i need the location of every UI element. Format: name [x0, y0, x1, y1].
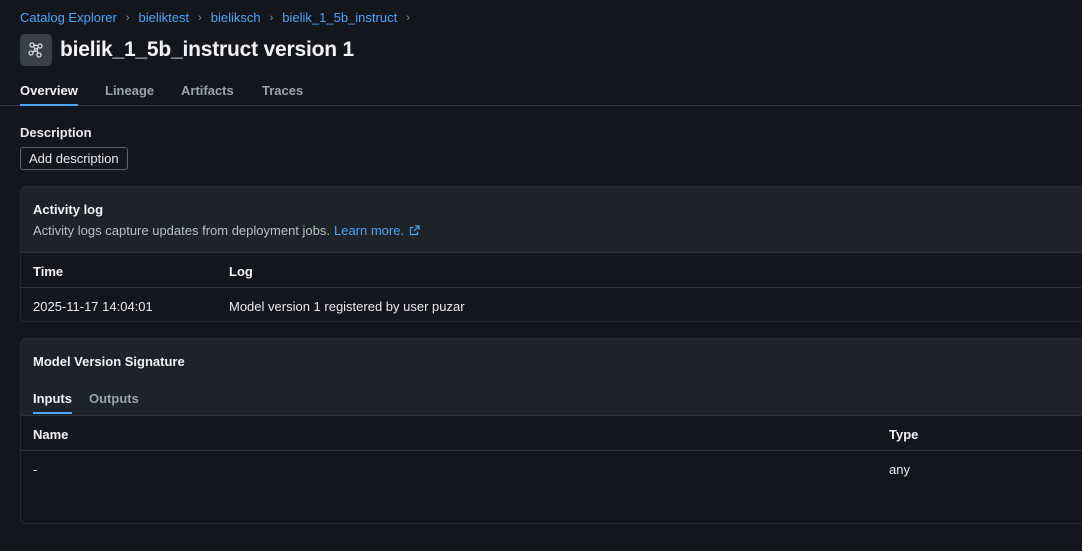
breadcrumb-catalog[interactable]: bieliktest — [139, 10, 190, 25]
chevron-right-icon: › — [269, 11, 274, 24]
activity-log-title: Activity log — [33, 202, 104, 217]
table-header-row: Name Type — [21, 416, 1082, 451]
table-header-row: Time Log — [21, 253, 1082, 288]
breadcrumb-model[interactable]: bielik_1_5b_instruct — [282, 10, 397, 25]
chevron-right-icon: › — [406, 11, 410, 24]
column-header-type[interactable]: Type — [889, 427, 918, 442]
signature-title: Model Version Signature — [33, 354, 185, 369]
activity-log-subtitle: Activity logs capture updates from deplo… — [33, 223, 1082, 238]
chevron-right-icon: › — [198, 11, 202, 24]
description-label: Description — [20, 125, 92, 140]
row-name: - — [33, 462, 38, 477]
table-row: - any — [21, 451, 1082, 486]
chevron-right-icon: › — [125, 11, 130, 24]
external-link-icon[interactable] — [409, 225, 420, 236]
page-header: bielik_1_5b_instruct version 1 — [20, 34, 354, 66]
tab-overview[interactable]: Overview — [20, 83, 78, 106]
tab-inputs[interactable]: Inputs — [33, 391, 72, 414]
signature-header: Model Version Signature Inputs Outputs — [21, 339, 1082, 416]
activity-log-header: Activity log Activity logs capture updat… — [21, 187, 1082, 253]
tab-artifacts[interactable]: Artifacts — [181, 83, 234, 104]
column-header-log[interactable]: Log — [229, 264, 253, 279]
model-signature-card: Model Version Signature Inputs Outputs N… — [20, 338, 1082, 524]
breadcrumb-catalog-explorer[interactable]: Catalog Explorer — [20, 10, 117, 25]
row-type: any — [889, 462, 910, 477]
add-description-button[interactable]: Add description — [20, 147, 128, 170]
breadcrumb: Catalog Explorer › bieliktest › bieliksc… — [20, 10, 419, 25]
activity-log-card: Activity log Activity logs capture updat… — [20, 186, 1082, 322]
tab-lineage[interactable]: Lineage — [105, 83, 154, 104]
tab-bar: Overview Lineage Artifacts Traces — [0, 76, 1082, 106]
tab-traces[interactable]: Traces — [262, 83, 303, 104]
row-log: Model version 1 registered by user puzar — [229, 299, 465, 314]
activity-log-description: Activity logs capture updates from deplo… — [33, 223, 330, 238]
tab-outputs[interactable]: Outputs — [89, 391, 139, 412]
column-header-name[interactable]: Name — [33, 427, 68, 442]
row-time: 2025-11-17 14:04:01 — [33, 299, 153, 314]
learn-more-link[interactable]: Learn more. — [334, 223, 404, 238]
column-header-time[interactable]: Time — [33, 264, 63, 279]
page-title: bielik_1_5b_instruct version 1 — [60, 38, 354, 61]
breadcrumb-schema[interactable]: bieliksch — [211, 10, 261, 25]
model-icon — [20, 34, 52, 66]
table-row: 2025-11-17 14:04:01 Model version 1 regi… — [21, 288, 1082, 321]
